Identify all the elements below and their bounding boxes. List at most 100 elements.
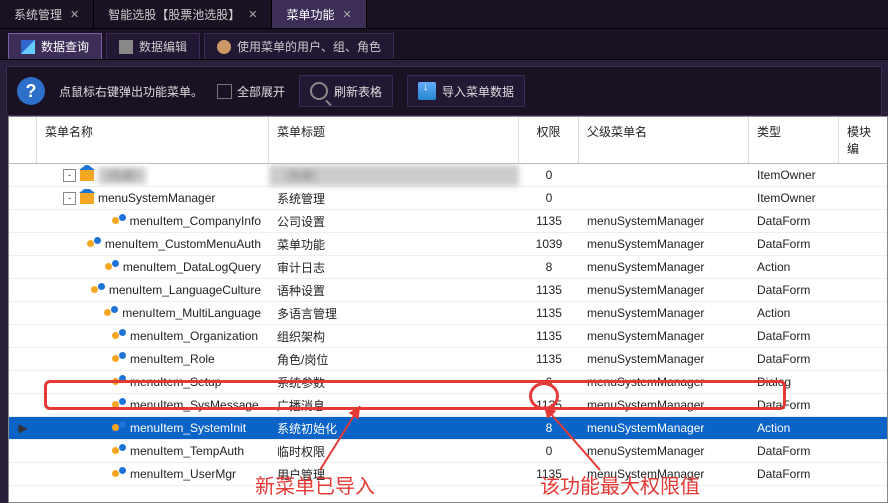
document-tab[interactable]: 菜单功能✕ — [272, 0, 366, 28]
cell-title: 语种设置 — [269, 280, 519, 301]
table-row[interactable]: menuItem_Organization组织架构1135menuSystemM… — [9, 325, 887, 348]
close-icon[interactable]: ✕ — [248, 8, 257, 21]
menu-name-text: menuItem_SystemInit — [130, 421, 246, 435]
grid-header-perm[interactable]: 权限 — [519, 117, 579, 163]
sub-tab[interactable]: 使用菜单的用户、组、角色 — [204, 33, 394, 59]
grid-header-title[interactable]: 菜单标题 — [269, 117, 519, 163]
table-row[interactable]: ▶menuItem_SystemInit系统初始化8menuSystemMana… — [9, 417, 887, 440]
cell-parent — [579, 173, 749, 177]
table-row[interactable]: -menuSystemManager系统管理0ItemOwner — [9, 187, 887, 210]
cell-name: menuItem_LanguageCulture — [37, 281, 269, 299]
data-grid[interactable]: 菜单名称 菜单标题 权限 父级菜单名 类型 模块编 -（隐藏）（隐藏）0Item… — [8, 116, 888, 503]
close-icon[interactable]: ✕ — [70, 8, 79, 21]
table-row[interactable]: menuItem_UserMgr用户管理1135menuSystemManage… — [9, 463, 887, 486]
table-row[interactable]: menuItem_LanguageCulture语种设置1135menuSyst… — [9, 279, 887, 302]
menu-name-text: menuItem_SysMessage — [130, 398, 259, 412]
cell-type: DataForm — [749, 327, 839, 345]
table-row[interactable]: menuItem_Role角色/岗位1135menuSystemManagerD… — [9, 348, 887, 371]
menu-item-icon — [112, 214, 126, 228]
menu-name-text: menuItem_CompanyInfo — [130, 214, 261, 228]
document-tab-strip: 系统管理✕智能选股【股票池选股】✕菜单功能✕ — [0, 0, 888, 29]
close-icon[interactable]: ✕ — [342, 8, 351, 21]
cell-parent: menuSystemManager — [579, 373, 749, 391]
table-row[interactable]: menuItem_Setup系统参数6menuSystemManagerDial… — [9, 371, 887, 394]
cell-module — [839, 472, 887, 476]
import-menu-button[interactable]: 导入菜单数据 — [407, 75, 525, 107]
menu-name-text: menuItem_MultiLanguage — [122, 306, 261, 320]
menu-item-icon — [112, 398, 126, 412]
cell-name: menuItem_TempAuth — [37, 442, 269, 460]
table-row[interactable]: menuItem_SysMessage广播消息1135menuSystemMan… — [9, 394, 887, 417]
tab-label: 系统管理 — [14, 6, 62, 23]
toolbar: ? 点鼠标右键弹出功能菜单。 全部展开 刷新表格 导入菜单数据 — [6, 66, 882, 116]
cell-title: 审计日志 — [269, 257, 519, 278]
grid-header-name[interactable]: 菜单名称 — [37, 117, 269, 163]
home-icon — [80, 192, 94, 204]
table-row[interactable]: -（隐藏）（隐藏）0ItemOwner — [9, 164, 887, 187]
cell-title: 组织架构 — [269, 326, 519, 347]
grid-body[interactable]: -（隐藏）（隐藏）0ItemOwner-menuSystemManager系统管… — [9, 164, 887, 503]
cell-title: 系统参数 — [269, 372, 519, 393]
table-row[interactable]: menuItem_DataLogQuery审计日志8menuSystemMana… — [9, 256, 887, 279]
cell-parent — [579, 196, 749, 200]
cell-module — [839, 265, 887, 269]
cell-name: menuItem_MultiLanguage — [37, 304, 269, 322]
table-row[interactable]: menuItem_CompanyInfo公司设置1135menuSystemMa… — [9, 210, 887, 233]
expand-all-label: 全部展开 — [237, 83, 285, 100]
sub-tab-label: 数据查询 — [41, 38, 89, 55]
cell-perm: 6 — [519, 373, 579, 391]
import-icon — [418, 82, 436, 100]
cell-title: 多语言管理 — [269, 303, 519, 324]
grid-header-module[interactable]: 模块编 — [839, 117, 888, 163]
cell-module — [839, 449, 887, 453]
cell-module — [839, 242, 887, 246]
annotation-text-2: 该功能最大权限值 — [540, 470, 700, 499]
cell-type: DataForm — [749, 281, 839, 299]
grid-header-type[interactable]: 类型 — [749, 117, 839, 163]
document-tab[interactable]: 智能选股【股票池选股】✕ — [94, 0, 272, 28]
sub-tab-label: 数据编辑 — [139, 38, 187, 55]
table-row[interactable]: menuItem_CustomMenuAuth菜单功能1039menuSyste… — [9, 233, 887, 256]
document-tab[interactable]: 系统管理 ✕ — [0, 0, 94, 28]
tree-expand-icon[interactable]: - — [63, 192, 76, 205]
sub-tab[interactable]: 数据编辑 — [106, 33, 200, 59]
window-icon — [21, 40, 35, 54]
menu-item-icon — [105, 260, 119, 274]
menu-name-text: menuSystemManager — [98, 191, 215, 205]
cell-module — [839, 403, 887, 407]
grid-header-parent[interactable]: 父级菜单名 — [579, 117, 749, 163]
toolbar-tip: 点鼠标右键弹出功能菜单。 — [59, 83, 203, 100]
cell-type: DataForm — [749, 350, 839, 368]
users-icon — [217, 40, 231, 54]
cell-type: DataForm — [749, 212, 839, 230]
menu-item-icon — [112, 375, 126, 389]
cell-name: menuItem_Role — [37, 350, 269, 368]
table-row[interactable]: menuItem_TempAuth临时权限0menuSystemManagerD… — [9, 440, 887, 463]
cell-parent: menuSystemManager — [579, 258, 749, 276]
row-indicator: ▶ — [9, 421, 37, 435]
refresh-grid-button[interactable]: 刷新表格 — [299, 75, 393, 107]
sub-tab[interactable]: 数据查询 — [8, 33, 102, 59]
cell-type: DataForm — [749, 442, 839, 460]
cell-name: menuItem_CompanyInfo — [37, 212, 269, 230]
cell-title: （隐藏） — [269, 165, 519, 186]
tree-expand-icon[interactable]: - — [63, 169, 76, 182]
menu-name-text: （隐藏） — [98, 167, 146, 184]
cell-name: menuItem_CustomMenuAuth — [37, 235, 269, 253]
cell-title: 公司设置 — [269, 211, 519, 232]
expand-all-checkbox[interactable]: 全部展开 — [217, 83, 285, 100]
table-row[interactable]: menuItem_MultiLanguage 多语言管理1135menuSyste… — [9, 302, 887, 325]
menu-name-text: menuItem_Organization — [130, 329, 258, 343]
menu-item-icon — [112, 467, 126, 481]
menu-item-icon — [91, 283, 105, 297]
menu-item-icon — [112, 352, 126, 366]
cell-type: Action — [749, 419, 839, 437]
cell-perm: 0 — [519, 189, 579, 207]
cell-name: menuItem_UserMgr — [37, 465, 269, 483]
menu-name-text: menuItem_CustomMenuAuth — [105, 237, 261, 251]
cell-name: - （隐藏） — [37, 165, 269, 186]
cell-perm: 1135 — [519, 304, 579, 322]
cell-parent: menuSystemManager — [579, 304, 749, 322]
cell-name: menuItem_Setup — [37, 373, 269, 391]
menu-name-text: menuItem_UserMgr — [130, 467, 236, 481]
